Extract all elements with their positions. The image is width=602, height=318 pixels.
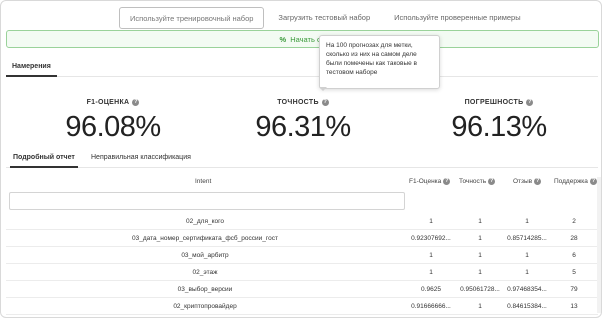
report-tabs: Подробный отчет Неправильная классификац…: [6, 151, 598, 168]
tab-misclassification[interactable]: Неправильная классификация: [88, 151, 194, 168]
cell-f1: 0.92307692...: [411, 235, 451, 242]
metric-precision: ТОЧНОСТЬ ? 96.31%: [233, 91, 373, 144]
percent-icon: %: [279, 34, 287, 44]
column-header-precision-label: Точность: [459, 178, 487, 185]
table-row: 03_выбор_версии 0.9625 0.95061728... 0.9…: [6, 281, 598, 298]
cell-f1: 1: [429, 252, 433, 259]
cell-support: 28: [570, 235, 578, 242]
column-header-f1-label: F1-Оценка: [409, 178, 442, 185]
cell-precision: 1: [478, 269, 482, 276]
help-icon[interactable]: ?: [526, 99, 534, 106]
cell-precision: 1: [478, 303, 482, 310]
cell-precision: 1: [478, 218, 482, 225]
cell-recall: 0.84615384...: [507, 303, 547, 310]
help-icon[interactable]: ?: [534, 178, 542, 185]
mode-upload-test-set[interactable]: Загрузить тестовый набор: [268, 7, 380, 29]
app-frame: Используйте тренировочный набор Загрузит…: [0, 0, 602, 318]
help-icon[interactable]: ?: [443, 178, 451, 185]
table-row: 02_этаж 1 1 1 5: [6, 264, 598, 281]
metric-recall-value: 96.13%: [451, 111, 547, 143]
cell-precision: 0.95061728...: [460, 286, 500, 293]
metric-precision-label: ТОЧНОСТЬ: [277, 99, 319, 106]
cell-recall: 0.85714285...: [507, 235, 547, 242]
column-header-support[interactable]: Поддержка ?: [554, 178, 597, 185]
cell-support: 13: [570, 303, 578, 310]
column-header-recall[interactable]: Отзыв ?: [513, 178, 542, 185]
table-row: 02_для_кого 1 1 1 2: [6, 213, 598, 230]
cell-recall: 0.97468354...: [507, 286, 547, 293]
cell-precision: 1: [478, 252, 482, 259]
column-header-intent[interactable]: Intent: [195, 178, 211, 185]
help-icon[interactable]: ?: [132, 99, 140, 106]
intent-filter-input[interactable]: [9, 192, 405, 210]
column-header-f1[interactable]: F1-Оценка ?: [409, 178, 451, 185]
metric-precision-value: 96.31%: [255, 111, 351, 143]
table-body: 02_для_кого 1 1 1 2 03_дата_номер_сертиф…: [6, 213, 598, 315]
cell-intent: 02_для_кого: [186, 218, 224, 225]
help-icon[interactable]: ?: [321, 99, 329, 106]
cell-intent: 03_дата_номер_сертификата_фсб_россии_гос…: [132, 235, 278, 242]
metric-precision-label-wrap: ТОЧНОСТЬ ?: [277, 99, 329, 106]
help-icon[interactable]: ?: [589, 178, 597, 185]
mode-use-training-set[interactable]: Используйте тренировочный набор: [119, 7, 265, 29]
table-scrollbar[interactable]: [597, 177, 601, 313]
cell-intent: 02_криптопровайдер: [173, 303, 237, 310]
tab-detailed-report[interactable]: Подробный отчет: [10, 151, 78, 168]
column-header-intent-label: Intent: [195, 178, 212, 185]
metric-f1: F1-ОЦЕНКА ? 96.08%: [43, 91, 183, 144]
cell-intent: 03_мой_арбитр: [181, 252, 229, 259]
cell-f1: 0.91666666...: [411, 303, 451, 310]
precision-tooltip: На 100 прогнозах для метки, сколько из н…: [319, 35, 440, 89]
table-row: 03_мой_арбитр 1 1 1 6: [6, 247, 598, 264]
column-header-support-label: Поддержка: [554, 178, 588, 185]
cell-support: 6: [572, 252, 576, 259]
mode-tabs: Используйте тренировочный набор Загрузит…: [119, 7, 531, 29]
cell-recall: 1: [525, 269, 529, 276]
mode-use-verified-examples[interactable]: Используйте проверенные примеры: [384, 7, 530, 29]
cell-f1: 1: [429, 218, 433, 225]
start-evaluation-button[interactable]: % Начать оц: [6, 30, 599, 48]
cell-f1: 1: [429, 269, 433, 276]
cell-support: 2: [572, 218, 576, 225]
metric-recall: ПОГРЕШНОСТЬ ? 96.13%: [429, 91, 569, 144]
metric-f1-value: 96.08%: [65, 111, 161, 143]
table-row: 03_дата_номер_сертификата_фсб_россии_гос…: [6, 230, 598, 247]
metric-f1-label-wrap: F1-ОЦЕНКА ?: [87, 99, 140, 106]
help-icon[interactable]: ?: [488, 178, 496, 185]
cell-support: 79: [570, 286, 578, 293]
cell-f1: 0.9625: [421, 286, 441, 293]
metric-recall-label-wrap: ПОГРЕШНОСТЬ ?: [465, 99, 534, 106]
cell-recall: 1: [525, 218, 529, 225]
table-row: 02_криптопровайдер 0.91666666... 1 0.846…: [6, 298, 598, 315]
tab-intents[interactable]: Намерения: [6, 61, 57, 77]
tooltip-arrow: [319, 87, 327, 91]
cell-recall: 1: [525, 252, 529, 259]
cell-precision: 1: [478, 235, 482, 242]
table-header: Intent F1-Оценка ? Точность ? Отзыв ? По…: [6, 175, 598, 189]
column-header-precision[interactable]: Точность ?: [459, 178, 496, 185]
column-header-recall-label: Отзыв: [513, 178, 533, 185]
section-tabs: Намерения: [6, 61, 598, 77]
cell-intent: 02_этаж: [192, 269, 218, 276]
metric-f1-label: F1-ОЦЕНКА: [86, 99, 130, 106]
cell-support: 5: [572, 269, 576, 276]
cell-intent: 03_выбор_версии: [177, 286, 233, 293]
metric-recall-label: ПОГРЕШНОСТЬ: [464, 99, 524, 106]
